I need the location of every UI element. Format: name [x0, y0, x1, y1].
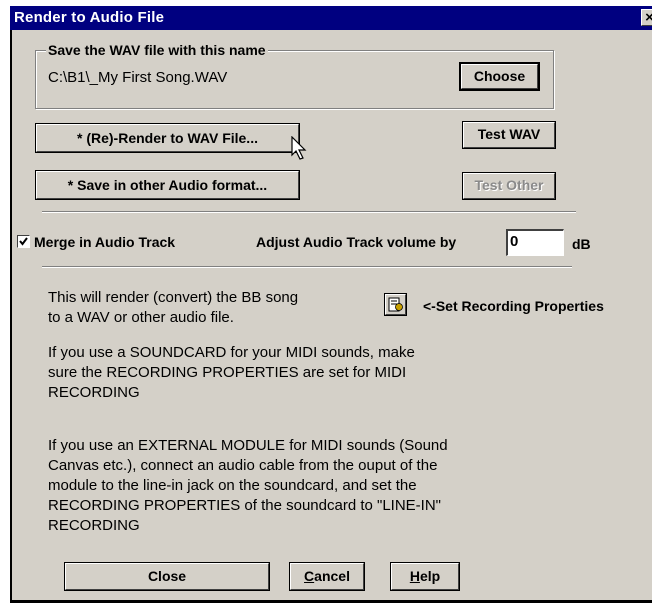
close-button[interactable]: Close — [64, 562, 270, 591]
test-other-button[interactable]: Test Other — [462, 172, 556, 200]
cancel-button-label: Cancel — [304, 568, 350, 584]
render-dialog: Render to Audio File × Save the WAV file… — [0, 0, 652, 606]
separator-bottom — [42, 266, 572, 268]
cancel-label-rest: ancel — [314, 568, 350, 584]
soundcard-info-line1: If you use a SOUNDCARD for your MIDI sou… — [48, 344, 415, 361]
volume-label: Adjust Audio Track volume by — [256, 234, 457, 250]
render-info-line2: to a WAV or other audio file. — [48, 309, 234, 326]
render-info-line1: This will render (convert) the BB song — [48, 289, 299, 306]
separator-top — [42, 211, 576, 213]
cancel-button[interactable]: Cancel — [289, 562, 365, 591]
title-bar: Render to Audio File × — [10, 6, 652, 30]
test-other-button-label: Test Other — [474, 177, 544, 193]
external-info-line3: module to the line-in jack on the soundc… — [48, 477, 417, 494]
merge-audio-label: Merge in Audio Track — [34, 234, 176, 250]
recording-properties-icon — [388, 297, 403, 312]
help-label-rest: elp — [419, 568, 441, 584]
save-other-format-button-label: * Save in other Audio format... — [67, 177, 268, 193]
close-icon: × — [645, 9, 652, 26]
close-window-button[interactable]: × — [641, 9, 652, 26]
render-wav-button-label: * (Re)-Render to WAV File... — [77, 130, 258, 146]
help-button-label: Help — [410, 568, 440, 584]
window-title: Render to Audio File — [14, 9, 165, 26]
external-info-line1: If you use an EXTERNAL MODULE for MIDI s… — [48, 437, 448, 454]
save-wav-group-label: Save the WAV file with this name — [46, 42, 268, 58]
test-wav-button-label: Test WAV — [477, 126, 541, 142]
volume-unit: dB — [572, 236, 591, 252]
external-info-line2: Canvas etc.), connect an audio cable fro… — [48, 457, 438, 474]
set-recording-properties-label: <-Set Recording Properties — [423, 298, 604, 314]
merge-audio-checkbox[interactable] — [17, 235, 30, 248]
test-wav-button[interactable]: Test WAV — [462, 121, 556, 149]
mouse-pointer-icon — [291, 136, 307, 160]
external-info-line4: RECORDING PROPERTIES of the soundcard to… — [48, 497, 442, 514]
choose-button-label: Choose — [473, 68, 526, 84]
render-wav-button[interactable]: * (Re)-Render to WAV File... — [35, 123, 300, 153]
soundcard-info-line3: RECORDING — [48, 384, 140, 401]
checkmark-icon — [19, 237, 28, 246]
cancel-accelerator: C — [304, 568, 315, 584]
save-other-format-button[interactable]: * Save in other Audio format... — [35, 170, 300, 200]
close-button-label: Close — [147, 568, 187, 584]
help-button[interactable]: Help — [390, 562, 460, 591]
choose-button[interactable]: Choose — [459, 62, 540, 91]
wav-filename: C:\B1\_My First Song.WAV — [48, 69, 228, 86]
soundcard-info-line2: sure the RECORDING PROPERTIES are set fo… — [48, 364, 407, 381]
help-accelerator: H — [409, 568, 420, 584]
volume-input[interactable]: 0 — [506, 229, 564, 256]
recording-properties-button[interactable] — [384, 293, 407, 316]
external-info-line5: RECORDING — [48, 517, 140, 534]
